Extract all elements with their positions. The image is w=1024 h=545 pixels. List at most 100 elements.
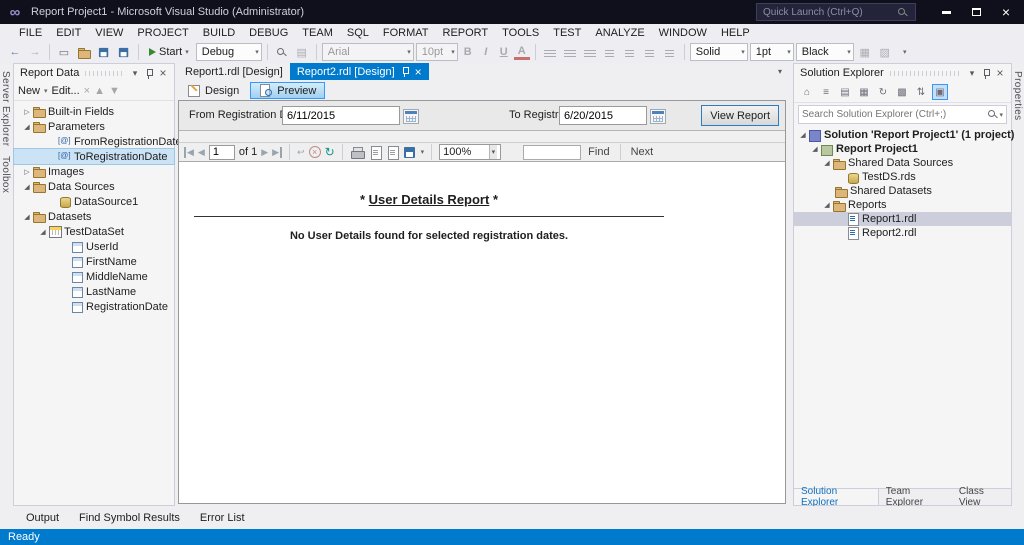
toolbar-options-icon[interactable]: ▾ (896, 43, 914, 61)
menu-edit[interactable]: EDIT (49, 27, 88, 39)
menu-project[interactable]: PROJECT (130, 27, 195, 39)
minimize-button[interactable] (931, 0, 961, 24)
save-all-icon[interactable] (115, 43, 133, 61)
sync-with-active-document-icon[interactable]: ⇅ (913, 84, 929, 100)
tab-team-explorer[interactable]: Team Explorer (879, 486, 952, 508)
to-date-calendar-button[interactable] (649, 107, 667, 125)
tree-item-datasets[interactable]: Datasets (14, 209, 174, 224)
tree-item-testdataset[interactable]: TestDataSet (14, 224, 174, 239)
chevron-expanded-icon[interactable] (822, 201, 832, 209)
from-date-calendar-button[interactable] (402, 107, 420, 125)
chevron-expanded-icon[interactable] (810, 145, 820, 153)
show-all-files-icon[interactable]: ▦ (856, 84, 872, 100)
tree-item-solution[interactable]: Solution 'Report Project1' (1 project) (794, 128, 1014, 142)
tree-item-parameters[interactable]: Parameters (14, 119, 174, 134)
tree-item-shared-data-sources[interactable]: Shared Data Sources (794, 156, 1011, 170)
tab-solution-explorer[interactable]: Solution Explorer (794, 486, 879, 508)
debug-configuration-select[interactable]: Debug ▾ (195, 43, 262, 61)
solution-search-box[interactable]: ▾ (798, 105, 1007, 124)
close-panel-icon[interactable] (993, 66, 1007, 80)
chevron-expanded-icon[interactable] (22, 123, 32, 131)
stop-rendering-icon[interactable] (308, 146, 321, 158)
print-layout-icon[interactable] (369, 145, 382, 160)
chevron-collapsed-icon[interactable] (22, 108, 32, 116)
increase-indent-icon[interactable] (661, 43, 679, 61)
align-right-icon[interactable] (581, 43, 599, 61)
bold-icon[interactable]: B (460, 46, 476, 58)
first-page-icon[interactable]: ◀ (184, 146, 194, 158)
tab-output[interactable]: Output (18, 509, 67, 527)
comment-icon[interactable]: ▤ (293, 43, 311, 61)
close-button[interactable] (991, 0, 1021, 24)
find-link[interactable]: Find (585, 146, 612, 158)
find-in-files-icon[interactable] (273, 43, 291, 61)
start-debug-button[interactable]: Start ▾ (144, 43, 194, 61)
page-setup-icon[interactable] (386, 145, 399, 160)
print-icon[interactable] (350, 146, 365, 159)
report-data-header[interactable]: Report Data ▾ (14, 64, 174, 82)
navigate-back-icon[interactable]: ← (6, 43, 24, 61)
align-center-icon[interactable] (561, 43, 579, 61)
tab-error-list[interactable]: Error List (192, 509, 253, 527)
preview-selected-items-icon[interactable]: ▣ (932, 84, 948, 100)
tree-item-images[interactable]: Images (14, 164, 174, 179)
back-to-parent-icon[interactable]: ↩ (297, 147, 305, 158)
tab-preview[interactable]: Preview (250, 82, 326, 99)
navigate-forward-icon[interactable]: → (26, 43, 44, 61)
tree-item-testds-rds[interactable]: TestDS.rds (794, 170, 1011, 184)
close-tab-icon[interactable] (415, 65, 422, 79)
menu-format[interactable]: FORMAT (376, 27, 436, 39)
new-menu-button[interactable]: New (18, 85, 40, 97)
tab-list-chevron-icon[interactable]: ▾ (778, 67, 782, 76)
solution-search-input[interactable] (802, 109, 987, 120)
tab-report1-rdl[interactable]: Report1.rdl [Design] (178, 63, 290, 80)
tab-class-view[interactable]: Class View (952, 486, 1011, 508)
properties-icon[interactable]: ▤ (837, 84, 853, 100)
numbered-list-icon[interactable] (621, 43, 639, 61)
toolbox-tab[interactable]: Toolbox (0, 154, 11, 195)
pin-icon[interactable] (142, 66, 156, 80)
current-page-input[interactable] (208, 144, 235, 160)
tree-item-report1-rdl[interactable]: Report1.rdl (794, 212, 1011, 226)
chevron-down-icon[interactable]: ▾ (999, 111, 1003, 119)
home-icon[interactable]: ⌂ (799, 84, 815, 100)
menu-team[interactable]: TEAM (295, 27, 340, 39)
new-file-icon[interactable]: ▭ (55, 43, 73, 61)
menu-tools[interactable]: TOOLS (495, 27, 546, 39)
align-left-icon[interactable] (541, 43, 559, 61)
menu-debug[interactable]: DEBUG (242, 27, 295, 39)
last-page-icon[interactable]: ▶ (272, 146, 283, 158)
tree-item-registrationdate[interactable]: RegistrationDate (14, 299, 174, 314)
menu-build[interactable]: BUILD (196, 27, 242, 39)
chevron-expanded-icon[interactable] (798, 131, 808, 139)
find-text-input[interactable] (523, 144, 582, 160)
export-icon[interactable] (403, 146, 417, 159)
tab-design[interactable]: Design (178, 82, 248, 99)
borders-icon[interactable]: ▦ (856, 43, 874, 61)
to-date-input[interactable] (559, 106, 647, 125)
font-size-select[interactable]: 10pt ▾ (415, 43, 458, 61)
fill-color-icon[interactable]: ▨ (876, 43, 894, 61)
tree-item-middlename[interactable]: MiddleName (14, 269, 174, 284)
tree-item-shared-datasets[interactable]: Shared Datasets (794, 184, 1011, 198)
tree-item-firstname[interactable]: FirstName (14, 254, 174, 269)
view-code-icon[interactable]: ▩ (894, 84, 910, 100)
pin-icon[interactable] (979, 66, 993, 80)
delete-icon[interactable]: × (84, 85, 90, 97)
tab-find-symbol-results[interactable]: Find Symbol Results (71, 509, 188, 527)
border-style-select[interactable]: Solid ▾ (689, 43, 748, 61)
font-color-icon[interactable]: A (513, 45, 530, 60)
tree-item-toregistrationdate[interactable]: ToRegistrationDate (13, 148, 175, 165)
tree-item-report-project1[interactable]: Report Project1 (794, 142, 1011, 156)
window-position-icon[interactable]: ▾ (965, 66, 979, 80)
open-file-icon[interactable] (75, 43, 93, 61)
tree-item-datasource1[interactable]: DataSource1 (14, 194, 174, 209)
chevron-expanded-icon[interactable] (38, 228, 48, 236)
next-page-icon[interactable]: ▶ (261, 147, 268, 158)
maximize-button[interactable] (961, 0, 991, 24)
move-up-icon[interactable]: ▲ (94, 85, 105, 97)
decrease-indent-icon[interactable] (641, 43, 659, 61)
report-render-area[interactable]: * User Details Report * No User Details … (179, 162, 785, 503)
edit-button[interactable]: Edit... (52, 85, 80, 97)
export-chevron-icon[interactable]: ▾ (421, 148, 425, 156)
